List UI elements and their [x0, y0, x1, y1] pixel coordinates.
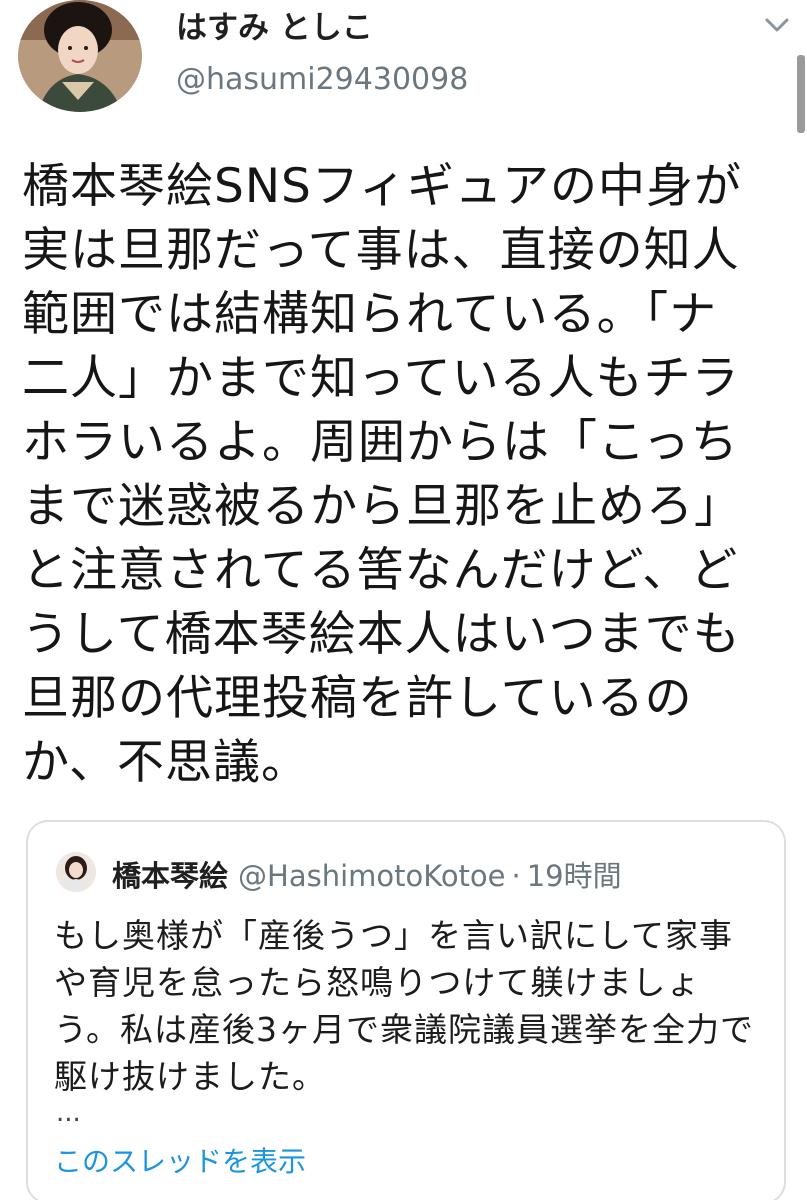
tweet-text: 橋本琴絵SNSフィギュアの中身が 実は旦那だって事は、直接の知人 範囲では結構知… — [22, 155, 797, 795]
quoted-text-line: もし奥様が「産後うつ」を言い訳にして家事 — [54, 916, 734, 955]
show-thread-link[interactable]: このスレッドを表示 — [54, 1140, 306, 1180]
tweet-text-line: か、不思議。 — [22, 735, 310, 790]
tweet-text-line: 範囲では結構知られている。「ナ — [22, 287, 718, 342]
tweet-text-line: うして橋本琴絵本人はいつまでも — [22, 607, 741, 662]
header-separator: · — [511, 859, 521, 893]
quoted-author-avatar[interactable] — [56, 852, 96, 892]
quoted-author-name[interactable]: 橋本琴絵 — [112, 859, 228, 893]
tweet-text-line: まで迷惑被るから旦那を止めろ」 — [22, 479, 742, 534]
quoted-tweet-text: もし奥様が「産後うつ」を言い訳にして家事 や育児を怠ったら怒鳴りつけて躾けましょ… — [54, 912, 774, 1100]
scrollbar-thumb[interactable] — [797, 55, 805, 133]
tweet-text-line: ホラいるよ。周囲からは「こっち — [22, 415, 739, 470]
tweet-text-line: 実は旦那だって事は、直接の知人 — [22, 223, 740, 278]
quoted-author-handle[interactable]: @HashimotoKotoe — [238, 859, 506, 893]
quoted-author-avatar-image — [56, 852, 96, 892]
tweet-text-line: 橋本琴絵SNSフィギュアの中身が — [22, 159, 742, 214]
author-display-name[interactable]: はすみ としこ — [176, 2, 373, 47]
quoted-tweet-header: 橋本琴絵 @HashimotoKotoe · 19時間 — [112, 853, 622, 895]
quoted-text-line: や育児を怠ったら怒鳴りつけて躾けましょ — [54, 963, 701, 1002]
tweet-text-line: 二人」かまで知っている人もチラ — [22, 351, 740, 406]
quoted-tweet-card[interactable]: 橋本琴絵 @HashimotoKotoe · 19時間 もし奥様が「産後うつ」を言い訳… — [26, 820, 786, 1200]
author-avatar[interactable] — [18, 0, 142, 112]
author-avatar-image — [18, 0, 142, 112]
quoted-text-line: う。私は産後3ヶ月で衆議院議員選挙を全力で — [54, 1010, 755, 1049]
author-handle[interactable]: @hasumi29430098 — [176, 62, 468, 97]
quoted-tweet-timestamp[interactable]: 19時間 — [527, 859, 622, 893]
chevron-down-icon[interactable] — [760, 10, 794, 40]
tweet-text-line: と注意されてる筈なんだけど、ど — [22, 543, 739, 598]
tweet-screen: はすみ としこ @hasumi29430098 橋本琴絵SNSフィギュアの中身が… — [0, 0, 807, 1200]
quoted-text-line: 駆け抜けました。 — [54, 1057, 326, 1096]
tweet-text-line: 旦那の代理投稿を許しているの — [22, 671, 693, 726]
truncation-ellipsis: ... — [56, 1098, 81, 1128]
